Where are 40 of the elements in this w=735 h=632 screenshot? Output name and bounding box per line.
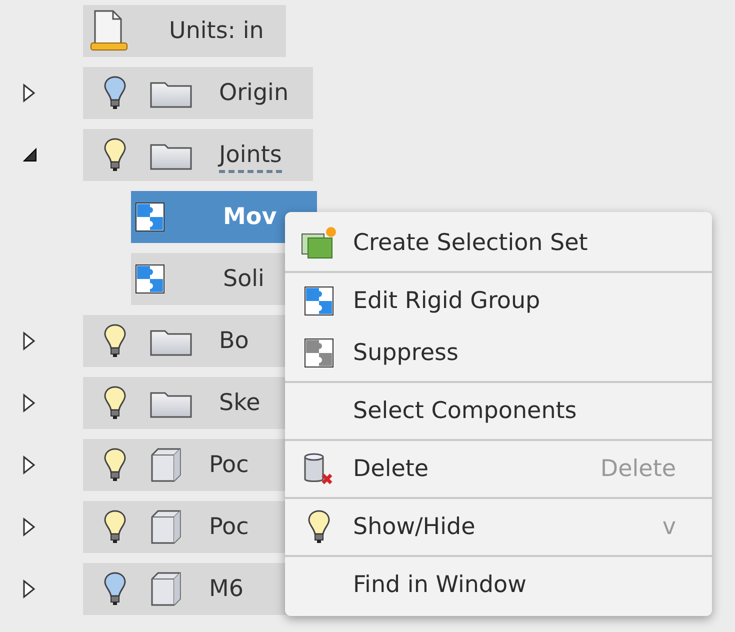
cube-icon [149, 571, 183, 607]
light-bulb-icon[interactable] [103, 323, 127, 359]
tree-item-label: Joints [219, 142, 282, 173]
tree-item-label: Origin [219, 80, 289, 108]
selection-set-icon [300, 226, 338, 260]
expand-arrow-icon[interactable] [22, 579, 36, 599]
tree-item-label: Poc [209, 452, 249, 480]
tree-item-label: Poc [209, 514, 249, 542]
light-bulb-icon[interactable] [307, 509, 331, 545]
expand-arrow-icon[interactable] [22, 393, 36, 413]
light-bulb-icon[interactable] [103, 447, 127, 483]
tree-item-label: M6 [209, 576, 244, 604]
light-bulb-icon[interactable] [103, 509, 127, 545]
light-bulb-icon[interactable] [103, 137, 127, 173]
tree-item[interactable]: Origin [83, 67, 313, 119]
tree-item[interactable]: Joints [83, 129, 313, 181]
expand-arrow-icon[interactable] [22, 83, 36, 103]
cube-icon [149, 447, 183, 483]
tree-item-label: Mov [223, 204, 277, 232]
tree-item-label: Soli [223, 266, 264, 294]
cube-icon [149, 509, 183, 545]
tree-item[interactable]: Units: in [83, 5, 286, 57]
tree-item-label: Bo [219, 328, 249, 356]
puzzle-icon [135, 264, 165, 294]
expand-arrow-icon[interactable] [22, 331, 36, 351]
puzzle-icon [135, 202, 165, 232]
shortcut-label: Delete [600, 456, 676, 482]
puzzle-icon [304, 286, 334, 316]
shortcut-label: v [662, 514, 676, 540]
light-bulb-icon[interactable] [103, 571, 127, 607]
expand-arrow-icon[interactable] [22, 517, 36, 537]
tree-item-label: Ske [219, 390, 260, 418]
collapse-arrow-icon[interactable] [22, 147, 38, 163]
tree-item-label: Units: in [169, 18, 264, 46]
puzzle-icon [304, 338, 334, 368]
light-bulb-icon[interactable] [103, 385, 127, 421]
tree-item[interactable]: Mov [131, 191, 317, 243]
light-bulb-icon[interactable] [103, 75, 127, 111]
document-ruler-icon [89, 9, 129, 53]
expand-arrow-icon[interactable] [22, 455, 36, 475]
